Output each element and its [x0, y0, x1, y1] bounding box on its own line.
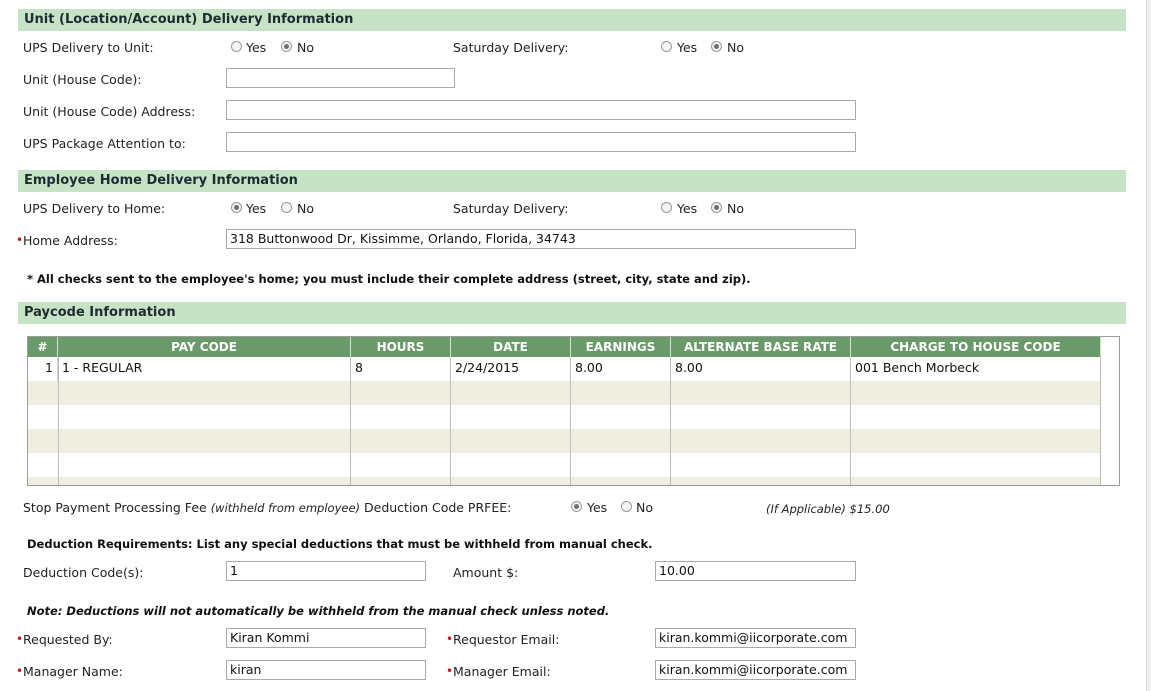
ups-attention-label: UPS Package Attention to: — [23, 136, 186, 151]
manager-email-input[interactable]: kiran.kommi@iicorporate.com — [655, 660, 856, 680]
empty-table-row — [28, 405, 1101, 429]
unit-address-label: Unit (House Code) Address: — [23, 104, 196, 119]
grid-divider — [850, 357, 851, 485]
requested-by-input[interactable]: Kiran Kommi — [226, 628, 426, 648]
unit-address-input[interactable] — [226, 100, 856, 120]
col-date-header[interactable]: DATE — [451, 337, 571, 357]
stop-payment-yes-label: Yes — [587, 500, 608, 515]
grid-divider — [450, 357, 451, 485]
deduction-requirements-note: Deduction Requirements: List any special… — [27, 537, 653, 551]
empty-table-row — [28, 381, 1101, 405]
ups-delivery-unit-yes-label: Yes — [246, 40, 267, 55]
grid-divider — [570, 357, 571, 485]
deduction-code-label: Deduction Code(s): — [23, 565, 144, 580]
paycode-grid: # PAY CODE HOURS DATE EARNINGS ALTERNATE… — [27, 336, 1120, 486]
empty-table-row — [28, 429, 1101, 453]
home-address-note: * All checks sent to the employee's home… — [27, 272, 751, 286]
stop-payment-no-radio[interactable] — [621, 501, 632, 512]
empty-table-row — [28, 477, 1101, 485]
paycode-section-header: Paycode Information — [18, 302, 1126, 324]
row-num-cell: 1 — [28, 357, 58, 381]
unit-delivery-section-header: Unit (Location/Account) Delivery Informa… — [18, 9, 1126, 31]
col-earnings-header[interactable]: EARNINGS — [571, 337, 671, 357]
unit-house-code-input[interactable] — [226, 68, 455, 88]
unit-house-code-label: Unit (House Code): — [23, 72, 142, 87]
unit-saturday-no-label: No — [727, 40, 744, 55]
ups-delivery-unit-no-radio[interactable] — [281, 41, 292, 52]
ups-delivery-home-no-radio[interactable] — [281, 202, 292, 213]
requested-by-label: Requested By: — [23, 632, 113, 647]
row-alt-rate-cell[interactable]: 8.00 — [671, 357, 851, 381]
row-earnings-cell[interactable]: 8.00 — [571, 357, 671, 381]
home-saturday-delivery-label: Saturday Delivery: — [453, 201, 569, 216]
stop-payment-label-italic: (withheld from employee) — [210, 501, 361, 515]
deduction-withholding-note: Note: Deductions will not automatically … — [27, 604, 610, 618]
manager-name-input[interactable]: kiran — [226, 660, 426, 680]
home-saturday-yes-label: Yes — [677, 201, 698, 216]
home-saturday-no-label: No — [727, 201, 744, 216]
stop-payment-fee-note: (If Applicable) $15.00 — [766, 502, 890, 516]
manager-email-label: Manager Email: — [453, 664, 551, 679]
table-row[interactable]: 1 1 - REGULAR 8 2/24/2015 8.00 8.00 001 … — [28, 357, 1101, 381]
ups-delivery-unit-yes-radio[interactable] — [231, 41, 242, 52]
grid-divider — [58, 357, 59, 485]
page-scrollbar[interactable] — [1146, 0, 1151, 691]
ups-delivery-unit-label: UPS Delivery to Unit: — [23, 40, 154, 55]
home-saturday-yes-radio[interactable] — [661, 202, 672, 213]
home-address-input[interactable]: 318 Buttonwood Dr, Kissimme, Orlando, Fl… — [226, 229, 856, 249]
ups-delivery-home-yes-radio[interactable] — [231, 202, 242, 213]
ups-delivery-home-label: UPS Delivery to Home: — [23, 201, 166, 216]
col-hours-header[interactable]: HOURS — [351, 337, 451, 357]
row-date-cell[interactable]: 2/24/2015 — [451, 357, 571, 381]
stop-payment-yes-radio[interactable] — [571, 501, 582, 512]
ups-attention-input[interactable] — [226, 132, 856, 152]
unit-saturday-no-radio[interactable] — [711, 41, 722, 52]
row-house-code-cell[interactable]: 001 Bench Morbeck — [851, 357, 1101, 381]
col-pay-code-header[interactable]: PAY CODE — [58, 337, 351, 357]
deduction-amount-label: Amount $: — [453, 565, 519, 580]
home-address-label: Home Address: — [23, 233, 118, 248]
unit-saturday-yes-radio[interactable] — [661, 41, 672, 52]
row-hours-cell[interactable]: 8 — [351, 357, 451, 381]
stop-payment-no-label: No — [636, 500, 653, 515]
grid-divider — [670, 357, 671, 485]
grid-divider — [1100, 357, 1101, 485]
home-saturday-no-radio[interactable] — [711, 202, 722, 213]
requestor-email-label: Requestor Email: — [453, 632, 560, 647]
paycode-grid-header: # PAY CODE HOURS DATE EARNINGS ALTERNATE… — [28, 337, 1101, 357]
unit-saturday-delivery-label: Saturday Delivery: — [453, 40, 569, 55]
grid-divider — [350, 357, 351, 485]
requestor-email-input[interactable]: kiran.kommi@iicorporate.com — [655, 628, 856, 648]
unit-saturday-yes-label: Yes — [677, 40, 698, 55]
stop-payment-label-end: Deduction Code PRFEE: — [364, 500, 512, 515]
col-alt-base-rate-header[interactable]: ALTERNATE BASE RATE — [671, 337, 851, 357]
stop-payment-label-start: Stop Payment Processing Fee — [23, 500, 207, 515]
stop-payment-label: Stop Payment Processing Fee (withheld fr… — [23, 500, 511, 516]
manager-name-label: Manager Name: — [23, 664, 123, 679]
deduction-code-input[interactable]: 1 — [226, 561, 426, 581]
col-num-header[interactable]: # — [28, 337, 58, 357]
col-charge-house-code-header[interactable]: CHARGE TO HOUSE CODE — [851, 337, 1101, 357]
row-pay-code-cell[interactable]: 1 - REGULAR — [58, 357, 351, 381]
deduction-amount-input[interactable]: 10.00 — [655, 561, 856, 581]
ups-delivery-home-no-label: No — [297, 201, 314, 216]
home-delivery-section-header: Employee Home Delivery Information — [18, 170, 1126, 192]
ups-delivery-home-yes-label: Yes — [246, 201, 267, 216]
ups-delivery-unit-no-label: No — [297, 40, 314, 55]
empty-table-row — [28, 453, 1101, 477]
